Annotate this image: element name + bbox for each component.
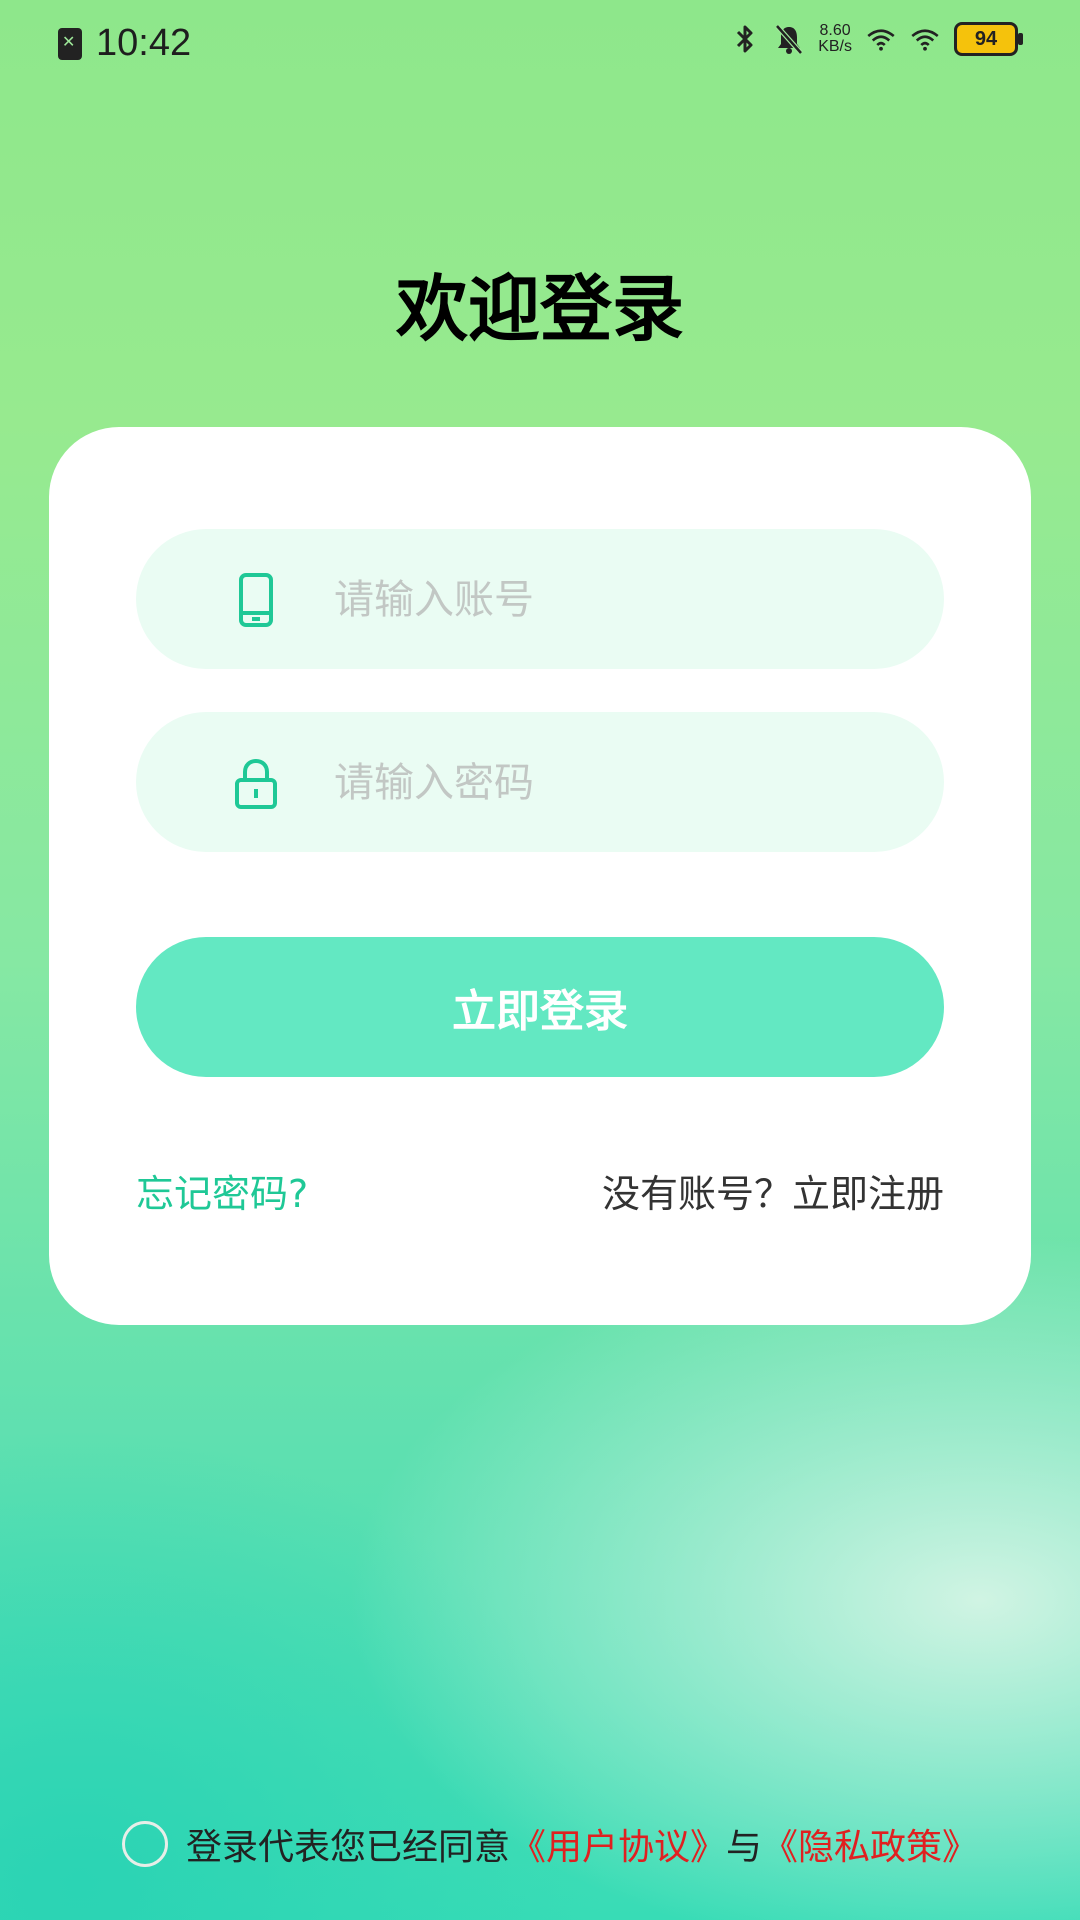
bluetooth-icon (730, 22, 760, 56)
status-left: 10:42 (58, 22, 191, 65)
network-speed: 8.60 KB/s (818, 23, 852, 55)
sim-error-icon (58, 27, 82, 60)
register-link[interactable]: 没有账号？立即注册 (602, 1163, 944, 1218)
forgot-password-link[interactable]: 忘记密码? (136, 1163, 308, 1218)
user-agreement-link[interactable]: 《用户协议》 (510, 1818, 726, 1870)
status-right: 8.60 KB/s 94 (730, 22, 1023, 56)
account-field[interactable] (136, 529, 944, 669)
battery-level: 94 (974, 27, 998, 50)
password-input[interactable] (332, 744, 896, 822)
password-field[interactable] (136, 712, 944, 852)
agreement-text: 登录代表您已经同意 (186, 1827, 511, 1868)
page-title: 欢迎登录 (395, 267, 684, 351)
agreement-checkbox[interactable] (122, 1821, 168, 1867)
agreement-row: 登录代表您已经同意 《用户协议》 与 《隐私政策》 (122, 1818, 978, 1870)
account-input[interactable] (332, 561, 896, 639)
phone-icon (232, 573, 280, 627)
status-bar: 10:42 8.60 KB/s 94 (0, 0, 1080, 90)
battery-icon: 94 (954, 22, 1023, 56)
wifi-icon (866, 22, 896, 56)
mute-bell-icon (774, 22, 804, 56)
network-speed-unit: KB/s (818, 38, 852, 55)
privacy-policy-link[interactable]: 《隐私政策》 (762, 1818, 978, 1870)
agreement-conjunction: 与 (726, 1827, 763, 1868)
network-speed-value: 8.60 (819, 22, 851, 39)
login-button[interactable]: 立即登录 (136, 937, 944, 1077)
login-card: 立即登录 忘记密码? 没有账号？立即注册 (49, 427, 1031, 1325)
status-time: 10:42 (96, 22, 192, 64)
wifi-icon (910, 22, 940, 56)
lock-icon (232, 756, 280, 810)
